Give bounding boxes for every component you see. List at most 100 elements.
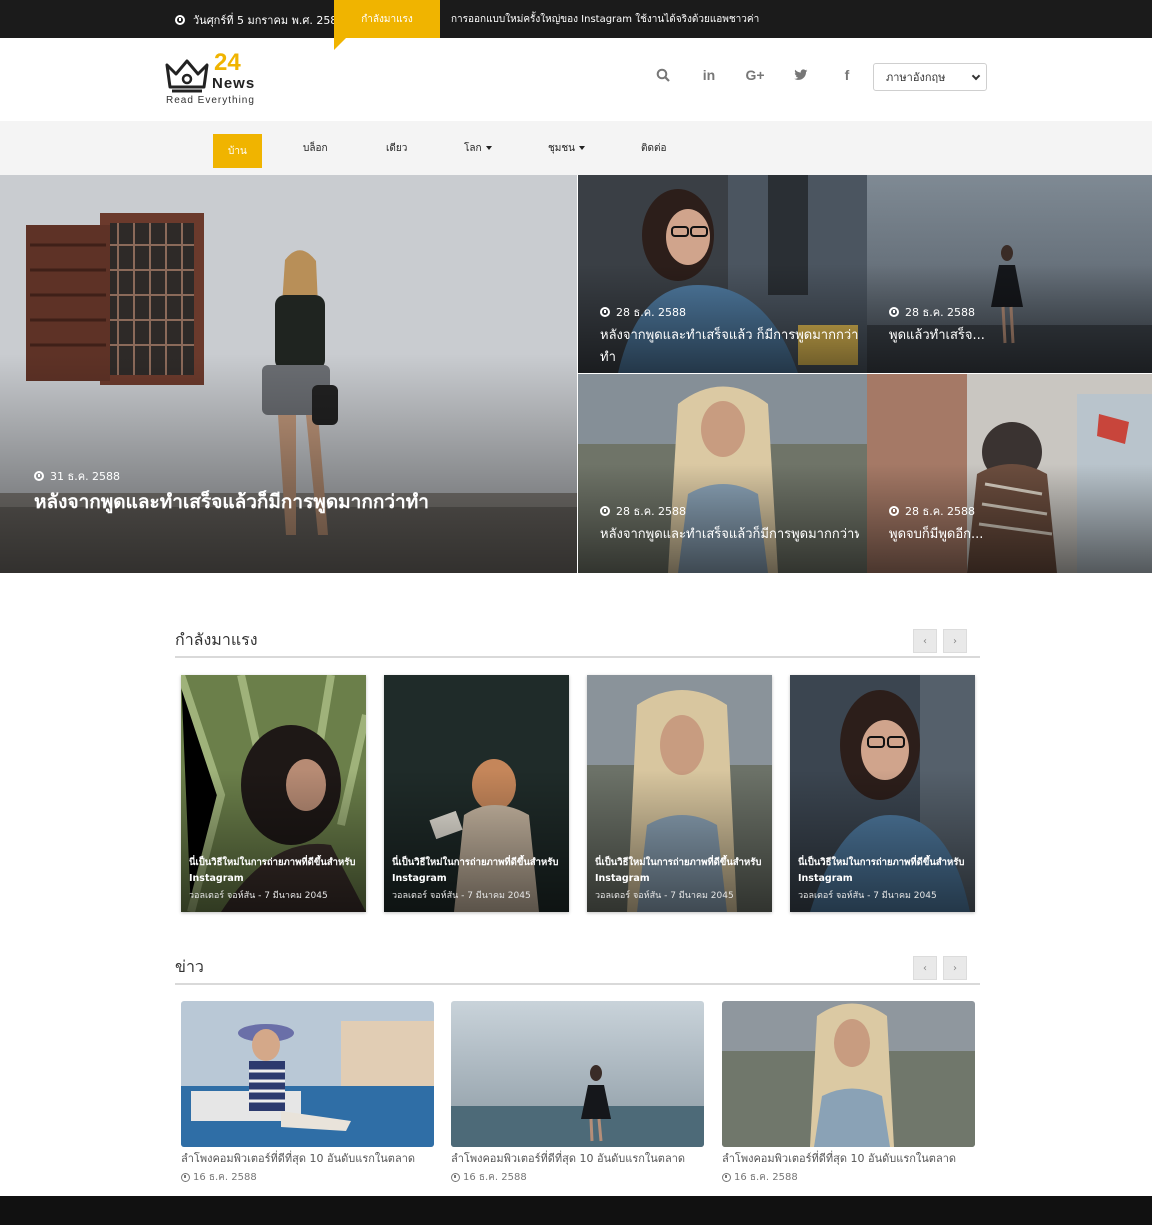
nav-item-world[interactable]: โลก [464,121,492,175]
trending-card-4[interactable]: นี่เป็นวิธีใหม่ในการถ่ายภาพที่ดีขึ้นสำหร… [790,675,975,912]
language-select-value: ภาษาอังกฤษ [886,71,946,84]
clock-icon [889,307,899,317]
post-title[interactable]: พูดแล้วทำเสร็จ... [889,325,1144,347]
news-title[interactable]: ลำโพงคอมพิวเตอร์ที่ดีที่สุด 10 อันดับแรก… [722,1149,975,1167]
post-title[interactable]: หลังจากพูดและทำเสร็จแล้วก็มีการพูดมากกว่… [34,489,569,515]
card-title[interactable]: นี่เป็นวิธีใหม่ในการถ่ายภาพที่ดีขึ้นสำหร… [595,855,766,887]
news-card-3[interactable]: ลำโพงคอมพิวเตอร์ที่ดีที่สุด 10 อันดับแรก… [722,1001,975,1185]
post-meta: 28 ธ.ค. 2588 [600,303,859,321]
hero-post-3[interactable]: 28 ธ.ค. 2588 หลังจากพูดและทำเสร็จแล้วก็ม… [578,374,867,573]
clock-icon [722,1173,731,1182]
logo-word: News [212,75,256,92]
site-logo[interactable]: 24 News Read Everything [164,51,264,109]
post-meta: 28 ธ.ค. 2588 [889,502,1144,520]
trending-header: กำลังมาแรง ‹ › [175,618,980,658]
facebook-icon[interactable]: f [824,63,870,87]
trending-card-3-caption: นี่เป็นวิธีใหม่ในการถ่ายภาพที่ดีขึ้นสำหร… [595,855,766,902]
current-date: วันศุกร์ที่ 5 มกราคม พ.ศ. 2588 [175,11,344,29]
trending-card-1-caption: นี่เป็นวิธีใหม่ในการถ่ายภาพที่ดีขึ้นสำหร… [189,855,360,902]
card-title[interactable]: นี่เป็นวิธีใหม่ในการถ่ายภาพที่ดีขึ้นสำหร… [392,855,563,887]
search-icon[interactable] [640,63,686,87]
post-date: 31 ธ.ค. 2588 [50,470,121,483]
nav-item-world-label: โลก [464,142,482,154]
post-meta: 28 ธ.ค. 2588 [889,303,1144,321]
news-date: 16 ธ.ค. 2588 [451,1170,704,1185]
trending-next-button[interactable]: › [943,629,967,653]
news-card-1-image [181,1001,434,1147]
logo-tagline: Read Everything [166,95,255,106]
post-date: 28 ธ.ค. 2588 [616,306,687,319]
trending-card-3[interactable]: นี่เป็นวิธีใหม่ในการถ่ายภาพที่ดีขึ้นสำหร… [587,675,772,912]
trending-card-1[interactable]: นี่เป็นวิธีใหม่ในการถ่ายภาพที่ดีขึ้นสำหร… [181,675,366,912]
card-byline: วอลเตอร์ จอห์สัน - 7 มีนาคม 2045 [189,891,328,901]
news-date: 16 ธ.ค. 2588 [181,1170,434,1185]
news-title[interactable]: ลำโพงคอมพิวเตอร์ที่ดีที่สุด 10 อันดับแรก… [181,1149,434,1167]
hero-post-3-caption: 28 ธ.ค. 2588 หลังจากพูดและทำเสร็จแล้วก็ม… [600,502,859,546]
post-meta: 28 ธ.ค. 2588 [600,502,859,520]
card-byline: วอลเตอร์ จอห์สัน - 7 มีนาคม 2045 [595,891,734,901]
post-date: 28 ธ.ค. 2588 [905,505,976,518]
trending-heading: กำลังมาแรง [175,630,258,649]
hero-post-1-caption: 28 ธ.ค. 2588 หลังจากพูดและทำเสร็จแล้ว ก็… [600,303,859,369]
post-title[interactable]: พูดจบก็มีพูดอีก... [889,524,1144,546]
hero-grid: 31 ธ.ค. 2588 หลังจากพูดและทำเสร็จแล้วก็ม… [0,175,1152,573]
news-header: ข่าว ‹ › [175,945,980,985]
post-title[interactable]: หลังจากพูดและทำเสร็จแล้ว ก็มีการพูดมากกว… [600,325,859,369]
hero-post-4[interactable]: 28 ธ.ค. 2588 พูดจบก็มีพูดอีก... [867,374,1152,573]
caret-down-icon [579,146,586,150]
news-card-2-photo [451,1001,704,1147]
news-card-2[interactable]: ลำโพงคอมพิวเตอร์ที่ดีที่สุด 10 อันดับแรก… [451,1001,704,1185]
nav-item-community[interactable]: ชุมชน [548,121,586,175]
trending-card-2[interactable]: นี่เป็นวิธีใหม่ในการถ่ายภาพที่ดีขึ้นสำหร… [384,675,569,912]
chevron-down-icon [971,71,981,81]
twitter-icon[interactable] [778,63,824,87]
nav-item-blog[interactable]: บล็อก [303,121,328,175]
nav-item-home[interactable]: บ้าน [213,134,262,168]
news-card-1[interactable]: ลำโพงคอมพิวเตอร์ที่ดีที่สุด 10 อันดับแรก… [181,1001,434,1185]
clock-icon [175,15,185,25]
news-date-text: 16 ธ.ค. 2588 [463,1172,527,1183]
card-title[interactable]: นี่เป็นวิธีใหม่ในการถ่ายภาพที่ดีขึ้นสำหร… [189,855,360,887]
nav-item-contact[interactable]: ติดต่อ [641,121,667,175]
post-title[interactable]: หลังจากพูดและทำเสร็จแล้วก็มีการพูดมากกว่… [600,524,859,546]
news-card-2-image [451,1001,704,1147]
news-date: 16 ธ.ค. 2588 [722,1170,975,1185]
trending-card-4-caption: นี่เป็นวิธีใหม่ในการถ่ายภาพที่ดีขึ้นสำหร… [798,855,969,902]
linkedin-icon[interactable]: in [686,63,732,87]
hero-main-overlay [0,354,577,573]
news-ticker[interactable]: การออกแบบใหม่ครั้งใหญ่ของ Instagram ใช้ง… [451,12,759,27]
nav-item-single[interactable]: เดียว [386,121,407,175]
trending-card-2-caption: นี่เป็นวิธีใหม่ในการถ่ายภาพที่ดีขึ้นสำหร… [392,855,563,902]
hero-post-2[interactable]: 28 ธ.ค. 2588 พูดแล้วทำเสร็จ... [867,175,1152,373]
google-plus-icon[interactable]: G+ [732,63,778,87]
news-heading: ข่าว [175,957,204,976]
main-nav: บ้าน บล็อก เดียว โลก ชุมชน ติดต่อ [0,121,1152,175]
card-byline: วอลเตอร์ จอห์สัน - 7 มีนาคม 2045 [798,891,937,901]
news-date-text: 16 ธ.ค. 2588 [734,1172,798,1183]
caret-down-icon [485,146,492,150]
trending-tag: กำลังมาแรง [334,0,440,50]
social-links: in G+ f [640,63,870,87]
language-select[interactable]: ภาษาอังกฤษ [873,63,987,91]
clock-icon [181,1173,190,1182]
clock-icon [34,471,44,481]
news-title[interactable]: ลำโพงคอมพิวเตอร์ที่ดีที่สุด 10 อันดับแรก… [451,1149,704,1167]
post-date: 28 ธ.ค. 2588 [616,505,687,518]
hero-post-1[interactable]: 28 ธ.ค. 2588 หลังจากพูดและทำเสร็จแล้ว ก็… [578,175,867,373]
news-card-3-image [722,1001,975,1147]
card-title[interactable]: นี่เป็นวิธีใหม่ในการถ่ายภาพที่ดีขึ้นสำหร… [798,855,969,887]
news-prev-button[interactable]: ‹ [913,956,937,980]
news-next-button[interactable]: › [943,956,967,980]
hero-main-caption: 31 ธ.ค. 2588 หลังจากพูดและทำเสร็จแล้วก็ม… [34,467,569,515]
card-byline: วอลเตอร์ จอห์สัน - 7 มีนาคม 2045 [392,891,531,901]
clock-icon [889,506,899,516]
hero-main-post[interactable]: 31 ธ.ค. 2588 หลังจากพูดและทำเสร็จแล้วก็ม… [0,175,577,573]
clock-icon [451,1173,460,1182]
current-date-text: วันศุกร์ที่ 5 มกราคม พ.ศ. 2588 [193,14,345,27]
hero-post-2-caption: 28 ธ.ค. 2588 พูดแล้วทำเสร็จ... [889,303,1144,347]
post-date: 28 ธ.ค. 2588 [905,306,976,319]
trending-prev-button[interactable]: ‹ [913,629,937,653]
news-date-text: 16 ธ.ค. 2588 [193,1172,257,1183]
top-bar: วันศุกร์ที่ 5 มกราคม พ.ศ. 2588 กำลังมาแร… [0,0,1152,50]
news-card-1-photo [181,1001,434,1147]
